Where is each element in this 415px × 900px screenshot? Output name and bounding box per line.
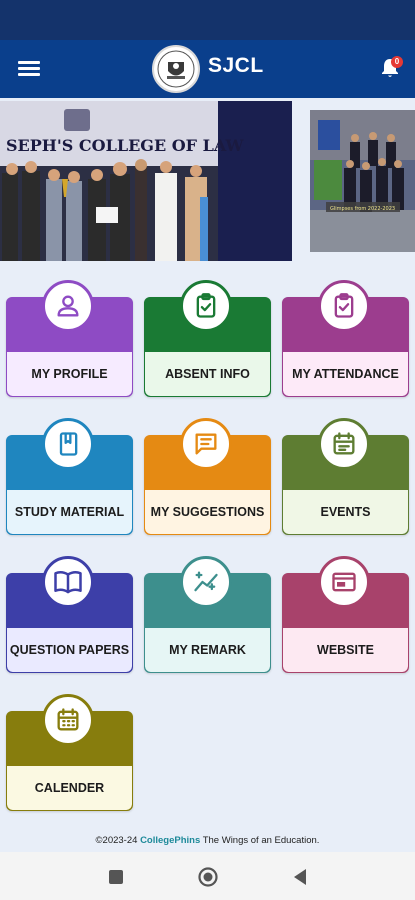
footer-brand-link[interactable]: CollegePhins — [140, 835, 200, 846]
status-bar — [0, 0, 415, 40]
tile-label-area: WEBSITE — [283, 628, 408, 672]
tile-label: ABSENT INFO — [165, 367, 250, 381]
tile-label-area: CALENDER — [7, 766, 132, 810]
person-icon[interactable] — [42, 280, 94, 332]
tile-label: CALENDER — [34, 781, 105, 795]
calendar-grid-icon[interactable] — [42, 694, 94, 746]
banner-caption: Glimpses from 2022-2023 — [330, 206, 395, 212]
recent-apps-button[interactable] — [108, 869, 124, 890]
notification-badge: 0 — [391, 56, 403, 68]
menu-icon[interactable] — [18, 59, 40, 77]
tile-label-area: STUDY MATERIAL — [7, 490, 132, 534]
tile-label: MY SUGGESTIONS — [150, 505, 265, 519]
tile-label-area: QUESTION PAPERS — [7, 628, 132, 672]
calendar-event-icon[interactable] — [318, 418, 370, 470]
chat-icon[interactable] — [180, 418, 232, 470]
app-title: SJCL — [208, 54, 264, 77]
banner-slide-main[interactable]: SEPH'S COLLEGE OF LAW — [0, 101, 292, 261]
clipboard-check-icon[interactable] — [318, 280, 370, 332]
tile-label: WEBSITE — [317, 643, 374, 657]
banner-college-text: SEPH'S COLLEGE OF LAW — [6, 136, 244, 155]
tile-label-area: EVENTS — [283, 490, 408, 534]
college-logo — [152, 45, 200, 93]
tile-label: STUDY MATERIAL — [14, 505, 125, 519]
tile-label: MY ATTENDANCE — [292, 367, 399, 381]
tile-label-area: ABSENT INFO — [145, 352, 270, 396]
browser-icon[interactable] — [318, 556, 370, 608]
open-book-icon[interactable] — [42, 556, 94, 608]
footer-tagline: The Wings of an Education. — [200, 835, 320, 846]
tile-label-area: MY REMARK — [145, 628, 270, 672]
app-bar: SJCL — [0, 40, 415, 98]
tile-label: MY PROFILE — [31, 367, 108, 381]
tile-label-area: MY PROFILE — [7, 352, 132, 396]
footer-copyright: ©2023-24 CollegePhins The Wings of an Ed… — [0, 835, 415, 846]
system-navigation-bar — [0, 852, 415, 900]
sparkle-trend-icon[interactable] — [180, 556, 232, 608]
tile-label: EVENTS — [320, 505, 371, 519]
home-button[interactable] — [197, 866, 219, 893]
footer-year: ©2023-24 — [95, 835, 141, 846]
clipboard-check-icon[interactable] — [180, 280, 232, 332]
banner-slide-next[interactable]: Glimpses from 2022-2023 — [310, 110, 415, 252]
back-button[interactable] — [292, 868, 308, 891]
book-icon[interactable] — [42, 418, 94, 470]
tile-label: MY REMARK — [169, 643, 246, 657]
tile-label-area: MY SUGGESTIONS — [145, 490, 270, 534]
tile-label: QUESTION PAPERS — [9, 643, 130, 657]
tile-label-area: MY ATTENDANCE — [283, 352, 408, 396]
